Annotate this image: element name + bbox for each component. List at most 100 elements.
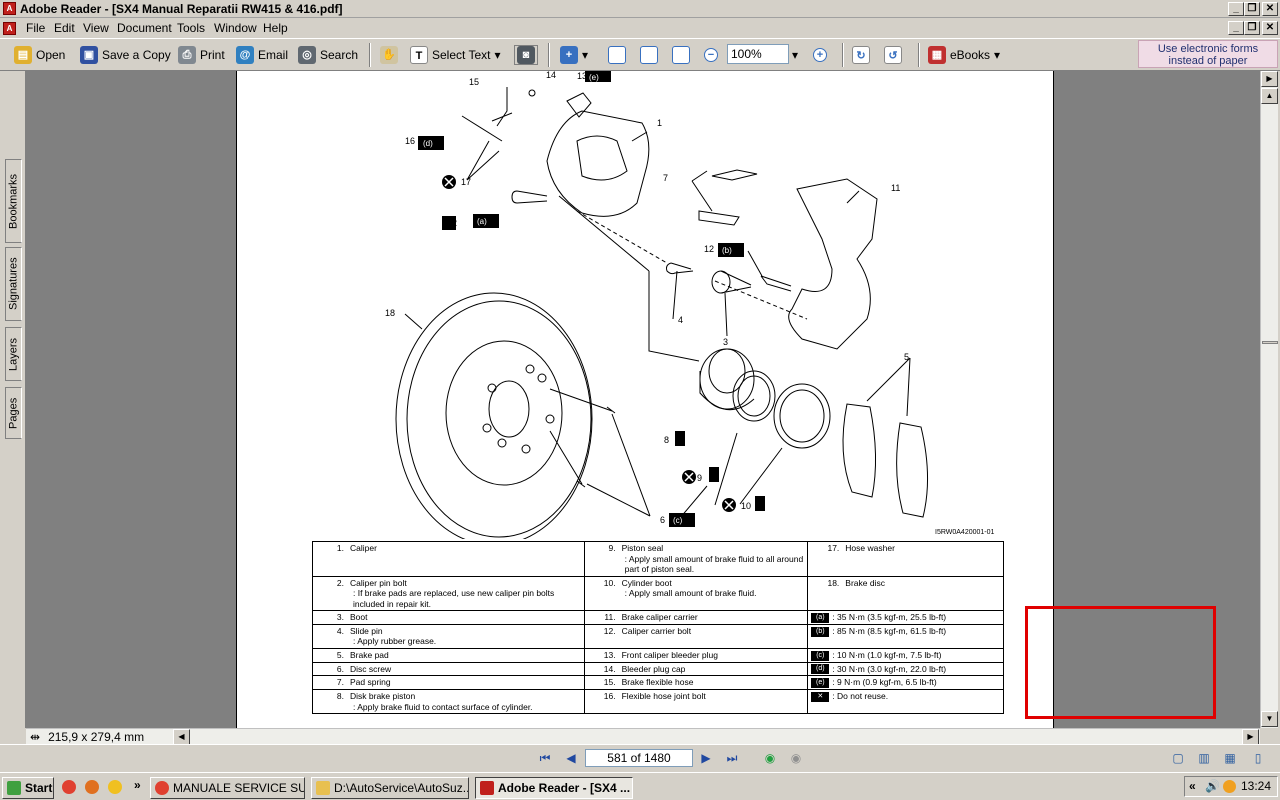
menu-bar: A File Edit View Document Tools Window H…: [0, 19, 1280, 38]
single-page-layout-icon[interactable]: ▢: [1170, 751, 1186, 765]
item-number: 13.: [603, 649, 616, 660]
page-number-field[interactable]: 581 of 1480: [585, 749, 693, 767]
update-icon[interactable]: [1223, 780, 1236, 793]
torque-tag-a: (a): [477, 217, 487, 226]
first-page-icon[interactable]: ⏮: [537, 751, 553, 765]
firefox-icon[interactable]: [85, 780, 99, 794]
minimize-button[interactable]: _: [1228, 2, 1244, 16]
tab-layers[interactable]: Layers: [5, 327, 22, 381]
item-note: : If brake pads are replaced, use new ca…: [353, 588, 555, 609]
menu-edit[interactable]: Edit: [54, 21, 75, 35]
next-page-icon[interactable]: ▶: [698, 751, 714, 765]
horizontal-scrollbar[interactable]: ◀ ▶: [26, 728, 1260, 745]
actual-size-button[interactable]: [608, 45, 626, 65]
parts-table: 1. Caliper 9. Piston seal: Apply small amou…: [312, 541, 1004, 714]
zoom-dropdown-button[interactable]: ▾: [792, 45, 798, 65]
document-icon: A: [3, 22, 16, 35]
tab-signatures[interactable]: Signatures: [5, 247, 22, 321]
doc-close-button[interactable]: ✕: [1262, 21, 1278, 35]
select-text-button[interactable]: T Select Text ▾: [410, 45, 501, 65]
menu-tools[interactable]: Tools: [177, 21, 205, 35]
table-row: 6. Disc screw 14. Bleeder plug cap (d): 30 N…: [312, 661, 1004, 677]
table-cell: (a): 35 N·m (3.5 kgf-m, 25.5 lb-ft): [807, 610, 1004, 625]
page-size-icon: ⇹: [30, 730, 41, 744]
volume-icon[interactable]: 🔊: [1205, 777, 1220, 796]
save-copy-button[interactable]: ▣ Save a Copy: [80, 45, 171, 65]
zoom-out-button[interactable]: −: [704, 45, 718, 65]
torque-icon: (a): [811, 612, 830, 623]
menu-help[interactable]: Help: [263, 21, 288, 35]
split-right-button[interactable]: ▶: [1261, 71, 1278, 87]
document-viewer[interactable]: 1 2 3 4 5 6 7 8 9 10 11 12 13 14 15 16 1…: [26, 71, 1260, 728]
hand-tool-button[interactable]: ✋: [380, 45, 398, 65]
torque-tag-c: (c): [673, 516, 683, 525]
continuous-layout-icon[interactable]: ▥: [1196, 751, 1212, 765]
messenger-icon[interactable]: [108, 780, 122, 794]
search-button[interactable]: ◎ Search: [298, 45, 358, 65]
chrome-icon: [155, 781, 169, 795]
item-name: Brake caliper carrier: [621, 612, 698, 622]
zoom-field[interactable]: 100%: [727, 44, 789, 64]
zoom-in-tool-button[interactable]: + ▾: [560, 45, 588, 65]
open-label: Open: [36, 48, 66, 62]
forms-notice-button[interactable]: Use electronic forms instead of paper: [1138, 40, 1278, 68]
scroll-up-button[interactable]: ▲: [1261, 88, 1278, 104]
quick-launch-more-icon[interactable]: »: [134, 778, 141, 792]
vertical-scrollbar[interactable]: ▶ ▲ ▼: [1260, 71, 1278, 728]
previous-page-icon[interactable]: ◀: [563, 751, 579, 765]
menu-window[interactable]: Window: [214, 21, 257, 35]
facing-layout-icon[interactable]: ▦: [1222, 751, 1238, 765]
menu-view[interactable]: View: [83, 21, 109, 35]
callout-1: 1: [657, 118, 662, 128]
open-button[interactable]: ▤ Open: [14, 45, 65, 65]
taskbar-task-chrome[interactable]: MANUALE SERVICE SUZ...: [150, 777, 305, 799]
fit-width-button[interactable]: [672, 45, 690, 65]
page-size-indicator: ⇹ 215,9 x 279,4 mm: [30, 730, 180, 744]
menu-file[interactable]: File: [26, 21, 45, 35]
zoom-in-button[interactable]: +: [813, 45, 827, 65]
clock[interactable]: 13:24: [1241, 779, 1271, 793]
tab-pages[interactable]: Pages: [5, 387, 22, 439]
continuous-facing-layout-icon[interactable]: ▯: [1250, 751, 1266, 765]
scroll-down-button[interactable]: ▼: [1261, 711, 1278, 727]
print-button[interactable]: ⎙ Print: [178, 45, 225, 65]
start-button[interactable]: Start: [2, 777, 54, 799]
taskbar-task-adobe-reader[interactable]: Adobe Reader - [SX4 ...: [475, 777, 633, 799]
doc-restore-button[interactable]: ❐: [1244, 21, 1260, 35]
table-cell: 12. Caliper carrier bolt: [583, 623, 809, 649]
rotate-counterclockwise-button[interactable]: ↺: [884, 45, 902, 65]
tray-expand-icon[interactable]: «: [1189, 777, 1196, 796]
doc-minimize-button[interactable]: _: [1228, 21, 1244, 35]
chrome-icon[interactable]: [62, 780, 76, 794]
chevron-down-icon[interactable]: ▾: [582, 48, 588, 62]
taskbar-task-explorer[interactable]: D:\AutoService\AutoSuz...: [311, 777, 469, 799]
toolbar: ▤ Open ▣ Save a Copy ⎙ Print @ Email ◎ Search…: [0, 38, 1280, 71]
ebooks-button[interactable]: ▦ eBooks ▾: [928, 45, 1000, 65]
close-button[interactable]: ✕: [1262, 2, 1278, 16]
go-forward-icon[interactable]: ◉: [788, 751, 804, 765]
page-size-text: 215,9 x 279,4 mm: [48, 730, 145, 744]
item-name: : 10 N·m (1.0 kgf-m, 7.5 lb-ft): [832, 649, 942, 660]
highlight-rectangle: [1025, 606, 1216, 719]
menu-document[interactable]: Document: [117, 21, 172, 35]
taskbar: Start » MANUALE SERVICE SUZ... D:\AutoSe…: [0, 772, 1280, 800]
scroll-thumb[interactable]: [1262, 341, 1278, 344]
table-cell: ✕: Do not reuse.: [807, 689, 1004, 714]
rotate-clockwise-button[interactable]: ↻: [852, 45, 870, 65]
scroll-right-button[interactable]: ▶: [1242, 729, 1259, 745]
table-cell: (b): 85 N·m (8.5 kgf-m, 61.5 lb-ft): [807, 623, 1004, 649]
table-cell: 8. Disk brake piston: Apply brake fluid t…: [312, 689, 585, 714]
email-button[interactable]: @ Email: [236, 45, 288, 65]
item-number: 3.: [336, 612, 344, 622]
tab-bookmarks[interactable]: Bookmarks: [5, 159, 22, 243]
fit-page-button[interactable]: [640, 45, 658, 65]
item-name: Slide pin: [350, 625, 383, 636]
last-page-icon[interactable]: ⏭: [724, 751, 740, 765]
restore-button[interactable]: ❐: [1244, 2, 1260, 16]
item-number: 9.: [608, 543, 616, 553]
snapshot-tool-button[interactable]: ◙: [514, 45, 538, 65]
item-number: 6.: [336, 663, 344, 674]
chevron-down-icon[interactable]: ▾: [494, 48, 500, 62]
go-back-icon[interactable]: ◉: [762, 751, 778, 765]
folder-icon: [316, 781, 330, 795]
